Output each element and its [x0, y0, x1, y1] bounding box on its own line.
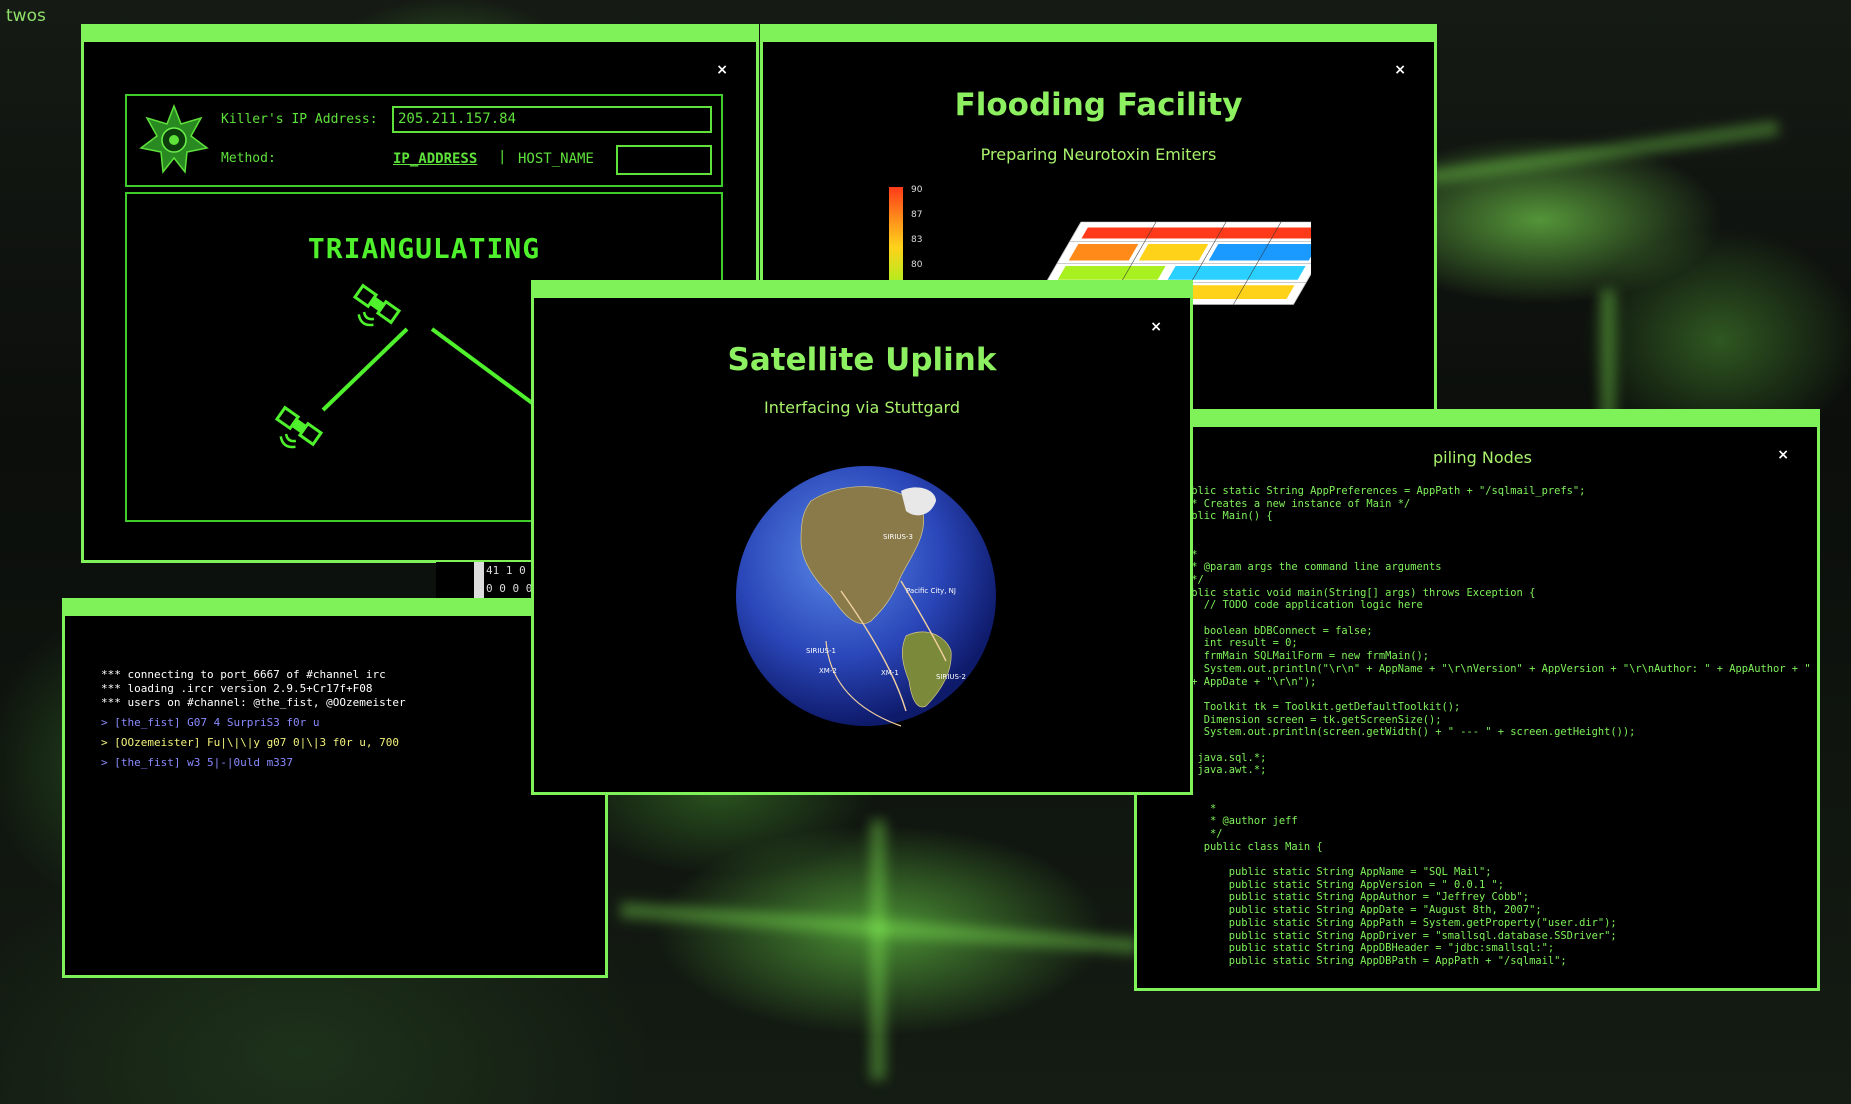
code-line: public static String AppAuthor = "Jeffre… [1185, 891, 1530, 904]
close-icon[interactable]: × [716, 62, 728, 78]
host-name-field[interactable] [616, 145, 712, 175]
satellite-subtitle: Interfacing via Stuttgard [764, 398, 960, 417]
code-line: */ [1185, 827, 1223, 840]
method-host-name-option[interactable]: HOST_NAME [518, 151, 594, 167]
irc-message: *** connecting to port_6667 of #channel … [101, 668, 386, 681]
irc-message: > [OOzemeister] Fu|\|\|y g07 0|\|3 f0r u… [101, 736, 400, 749]
binary-strip: 41 1 0 0 0 0 0 [436, 562, 536, 598]
code-line: t java.sql.*; [1185, 751, 1267, 764]
close-icon[interactable]: × [1777, 447, 1789, 463]
irc-message: > [the_fist] G07 4 SurpriS3 f0r u [101, 716, 320, 729]
binary-row-1: 41 1 0 [486, 564, 526, 577]
globe-label-sirius1: SIRIUS-1 [806, 647, 836, 655]
close-icon[interactable]: × [1394, 62, 1406, 78]
close-icon[interactable]: × [1150, 319, 1162, 335]
satellite-title: Satellite Uplink [727, 342, 997, 378]
scale-label-90: 90 [911, 185, 923, 195]
scale-label-87: 87 [911, 210, 923, 220]
irc-message: *** loading .ircr version 2.9.5+Cr17f+F0… [101, 682, 373, 695]
code-line: * @param args the command line arguments [1185, 561, 1442, 574]
code-line: int result = 0; [1185, 637, 1298, 650]
globe-label-pacific-city: Pacific City, NJ [906, 587, 956, 595]
code-line: boolean bDBConnect = false; [1185, 624, 1373, 637]
code-line: public static String AppDBHeader = "jdbc… [1185, 942, 1555, 955]
code-line: public class Main { [1185, 840, 1323, 853]
window-title-bar[interactable] [65, 601, 605, 616]
code-line: ublic static String AppPreferences = App… [1185, 485, 1586, 497]
method-label: Method: [221, 151, 276, 166]
globe-label-xm1: XM-1 [881, 669, 899, 677]
globe-map: SIRIUS-3 Pacific City, NJ SIRIUS-1 XM-2 … [736, 466, 996, 727]
police-badge-icon [139, 104, 209, 174]
code-line: public static String AppDate = "August 8… [1185, 904, 1542, 917]
ip-address-label: Killer's IP Address: [221, 112, 378, 127]
code-line: System.out.println(screen.getWidth() + "… [1185, 726, 1636, 739]
code-line: * [1185, 802, 1217, 815]
code-line: + AppDate + "\r\n"); [1185, 675, 1317, 688]
code-line: * @author jeff [1185, 815, 1298, 828]
irc-message: *** users on #channel: @the_fist, @OOzem… [101, 696, 406, 709]
code-line: public static String AppDriver = "smalls… [1185, 929, 1617, 942]
window-title-bar[interactable] [534, 283, 1190, 298]
method-ip-address-option[interactable]: IP_ADDRESS [393, 151, 477, 167]
code-line: public static String AppName = "SQL Mail… [1185, 866, 1492, 878]
flooding-subtitle: Preparing Neurotoxin Emiters [980, 145, 1217, 164]
corner-label: twos [6, 6, 46, 26]
window-title-bar[interactable] [763, 27, 1434, 42]
ip-form-panel: Killer's IP Address: 205.211.157.84 Meth… [125, 94, 723, 187]
flooding-title: Flooding Facility [954, 87, 1243, 123]
code-line: public static String AppDBPath = AppPath… [1185, 954, 1567, 967]
method-separator: | [498, 149, 507, 165]
code-line: ublic Main() { [1185, 510, 1273, 523]
code-line: public static String AppVersion = " 0.0.… [1185, 878, 1505, 891]
code-line: t java.awt.*; [1185, 764, 1267, 777]
window-title-bar[interactable] [1137, 412, 1817, 427]
code-line: System.out.println("\r\n" + AppName + "\… [1185, 662, 1811, 675]
code-line: Dimension screen = tk.getScreenSize(); [1185, 713, 1442, 726]
irc-chat-window: *** connecting to port_6667 of #channel … [62, 598, 608, 978]
scale-label-80: 80 [911, 260, 923, 270]
code-line: public static String AppPath = System.ge… [1185, 916, 1617, 929]
scale-label-83: 83 [911, 235, 923, 245]
irc-message: > [the_fist] w3 5|-|0uld m337 [101, 756, 294, 769]
compiling-nodes-window: piling Nodes × ublic static String AppPr… [1134, 409, 1820, 991]
code-line: // TODO code application logic here [1185, 599, 1423, 612]
code-line: ublic static void main(String[] args) th… [1185, 586, 1536, 599]
globe-label-xm2: XM-2 [819, 667, 837, 675]
toxin-color-scale [889, 187, 903, 287]
binary-row-2: 0 0 0 0 [486, 582, 533, 595]
globe-label-sirius3: SIRIUS-3 [883, 533, 913, 541]
code-line: Toolkit tk = Toolkit.getDefaultToolkit()… [1185, 700, 1461, 713]
window-title-bar[interactable] [84, 27, 756, 42]
satellite-uplink-window: × Satellite Uplink Interfacing via Stutt… [531, 280, 1193, 795]
code-line: frmMain SQLMailForm = new frmMain(); [1185, 650, 1429, 663]
satellite-icon [352, 283, 402, 327]
ip-address-value: 205.211.157.84 [398, 111, 517, 127]
satellite-icon [274, 405, 324, 449]
compiler-title: piling Nodes [1433, 448, 1532, 467]
globe-label-sirius2: SIRIUS-2 [936, 673, 966, 681]
ip-address-field[interactable]: 205.211.157.84 [392, 106, 712, 133]
code-line: ** Creates a new instance of Main */ [1185, 497, 1411, 510]
